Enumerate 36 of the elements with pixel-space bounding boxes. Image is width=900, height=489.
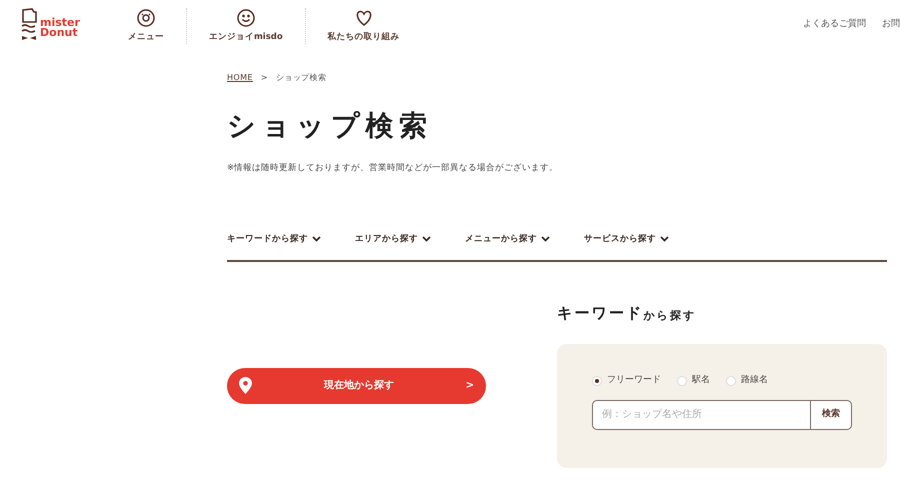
- breadcrumb-link[interactable]: HOME: [227, 72, 253, 84]
- location-pin-icon: [239, 377, 252, 394]
- location-search-button[interactable]: 現在地から探す >: [227, 368, 486, 404]
- radio-button[interactable]: [726, 376, 736, 386]
- smiley-icon: [236, 8, 256, 28]
- logo-text[interactable]: Donut: [40, 28, 80, 38]
- section-heading: キーワード: [557, 302, 644, 324]
- nav-link[interactable]: エンジョイmisdo: [186, 8, 305, 44]
- nav-link[interactable]: 私たちの取り組み: [304, 8, 422, 44]
- search-button[interactable]: 検索: [811, 400, 852, 430]
- chevron-down-icon: [660, 236, 669, 242]
- chevron-down-icon: [312, 236, 321, 242]
- logo-text[interactable]: mister: [40, 18, 80, 28]
- filter-tab[interactable]: キーワードから探す: [227, 232, 321, 246]
- filter-tab[interactable]: メニューから探す: [465, 232, 550, 246]
- radio-option[interactable]: 駅名: [677, 374, 710, 388]
- notice-text: ※情報は随時更新しておりますが、営業時間などが一部異なる場合がございます。: [227, 162, 560, 175]
- page-title: ショップ検索: [227, 112, 434, 140]
- chevron-down-icon: [422, 236, 431, 242]
- radio-option[interactable]: 路線名: [726, 374, 768, 388]
- chef-mascot-icon: [20, 8, 38, 42]
- header-link[interactable]: よくあるご質問: [803, 18, 866, 32]
- radio-option[interactable]: フリーワード: [592, 374, 661, 388]
- search-field[interactable]: 例：ショップ名や住所: [592, 400, 811, 430]
- radio-button[interactable]: [677, 376, 687, 386]
- chevron-down-icon: [541, 236, 550, 242]
- breadcrumb-text: ショップ検索: [276, 72, 326, 84]
- nav-link[interactable]: メニュー: [106, 8, 186, 44]
- filter-tab[interactable]: サービスから探す: [584, 232, 669, 246]
- breadcrumb-text: >: [260, 72, 268, 84]
- filter-tab[interactable]: エリアから探す: [355, 232, 431, 246]
- section-heading-suffix: から探す: [643, 308, 696, 324]
- radio-button[interactable]: [592, 376, 602, 386]
- heart-icon: [354, 8, 374, 28]
- header-link[interactable]: お問: [882, 18, 900, 32]
- donut-icon: [136, 8, 156, 28]
